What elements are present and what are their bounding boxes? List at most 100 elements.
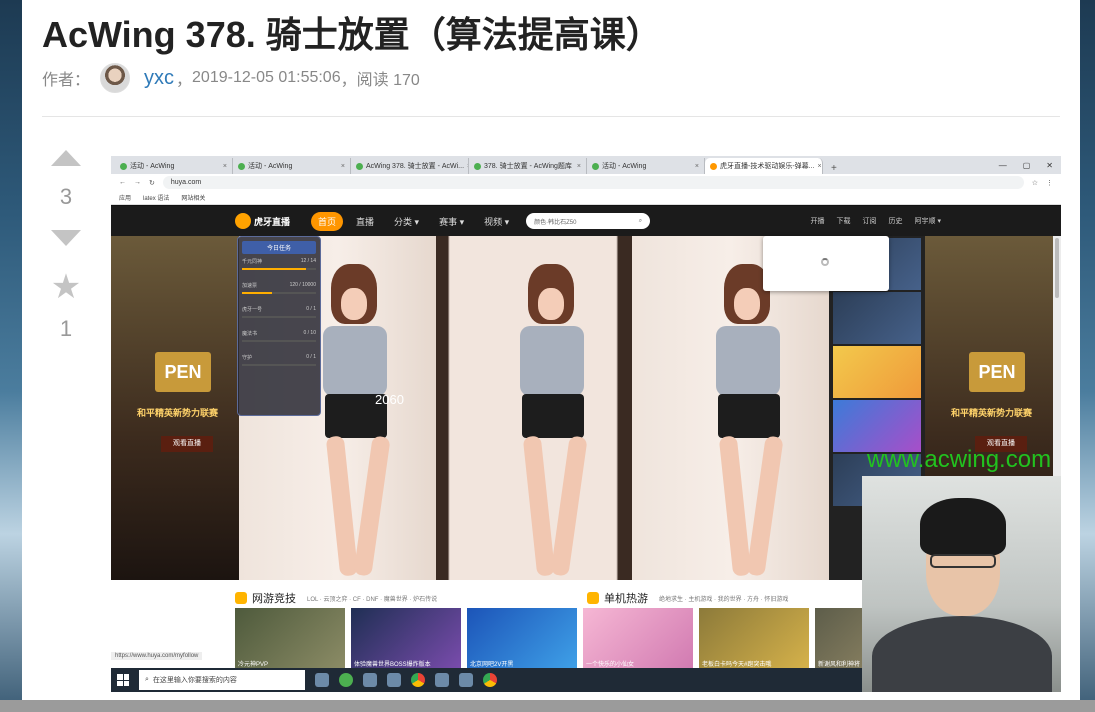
- wechat-icon[interactable]: [339, 673, 353, 687]
- stream-thumb[interactable]: 老板白卡吗今天#跑突击哦: [699, 608, 809, 670]
- app-icon[interactable]: [435, 673, 449, 687]
- huya-nav-history[interactable]: 历史: [889, 216, 903, 226]
- recommend-thumb[interactable]: [833, 346, 921, 398]
- ad-banner-left[interactable]: PEN 和平精英新势力联赛 观看直播: [111, 236, 239, 580]
- huya-nav-broadcast[interactable]: 开播: [811, 216, 825, 226]
- huya-nav-category[interactable]: 分类 ▾: [387, 212, 426, 231]
- browser-tab[interactable]: 378. 骑士放置 - AcWing题库 ×: [469, 158, 587, 174]
- window-controls: — ▢ ✕: [999, 161, 1061, 170]
- stream-thumb[interactable]: 冷元神PVP: [235, 608, 345, 670]
- avatar[interactable]: [100, 63, 131, 93]
- forward-icon[interactable]: →: [134, 179, 141, 186]
- url-field[interactable]: huya.com: [162, 176, 1024, 189]
- huya-nav-events[interactable]: 赛事 ▾: [432, 212, 471, 231]
- chrome-icon[interactable]: [411, 673, 425, 687]
- meta-separator: ，: [176, 72, 193, 89]
- daily-task-panel[interactable]: 今日任务 千元同神 12 / 14 加速票 120 / 10000 虎牙一号 0…: [237, 236, 321, 416]
- new-tab-button[interactable]: +: [823, 163, 845, 174]
- minimize-icon[interactable]: —: [999, 161, 1007, 170]
- stream-thumb[interactable]: 体验魔兽世界BOSS爆炸版本: [351, 608, 461, 670]
- huya-logo-icon: [235, 213, 251, 229]
- gamepad-icon: [587, 592, 599, 604]
- task-row: 守护 0 / 1: [242, 354, 316, 366]
- bottom-bar: [0, 700, 1095, 712]
- banner-logo: PEN: [155, 352, 211, 392]
- video-screenshot[interactable]: 活动 - AcWing × 活动 - AcWing × AcWing 378. 骑士…: [111, 156, 1061, 692]
- bookmark-item[interactable]: 应用: [119, 193, 131, 202]
- taskbar-search-input[interactable]: ⌕ 在这里输入你要搜索的内容: [139, 670, 305, 690]
- vote-panel: 3 ★ 1: [46, 150, 86, 342]
- downvote-icon[interactable]: [51, 230, 81, 246]
- favicon-icon: [120, 162, 127, 170]
- search-icon[interactable]: ⌕: [639, 218, 642, 225]
- chrome-icon[interactable]: [483, 673, 497, 687]
- favicon-icon: [710, 162, 717, 170]
- huya-nav-live[interactable]: 直播: [349, 212, 381, 231]
- close-icon[interactable]: ×: [818, 163, 822, 170]
- watermark: www.acwing.com: [867, 446, 1052, 473]
- browser-tab[interactable]: AcWing 378. 骑士放置 - AcWi...×: [351, 158, 469, 174]
- live-video-player[interactable]: [239, 236, 830, 580]
- article-page: AcWing 378. 骑士放置（算法提高课） 作者： yxc ， 2019-1…: [22, 0, 1080, 712]
- gamepad-icon: [235, 592, 247, 604]
- section-online-games: 网游竞技 LOL · 云顶之弈 · CF · DNF · 魔兽世界 · 炉石传说: [235, 590, 437, 606]
- bookmark-item[interactable]: latex 语法: [143, 193, 169, 202]
- huya-user-nav: 开播 下载 订阅 历史 阿宇顺 ▾: [811, 216, 1061, 226]
- huya-nav-video[interactable]: 视频 ▾: [477, 212, 516, 231]
- banner-promo: 和平精英新势力联赛: [951, 408, 1033, 418]
- app-icon[interactable]: [387, 673, 401, 687]
- huya-nav-subscribe[interactable]: 订阅: [863, 216, 877, 226]
- banner-watch-button[interactable]: 观看直播: [161, 436, 213, 452]
- subscribe-popup: [763, 236, 889, 291]
- huya-nav: 虎牙直播 首页 直播 分类 ▾ 赛事 ▾ 视频 ▾ 颜色·韩比石Z50 ⌕ 开播 …: [111, 206, 1061, 236]
- bookmark-star-icon[interactable]: ☆: [1032, 179, 1038, 187]
- recommend-thumb[interactable]: [833, 400, 921, 452]
- stream-thumb[interactable]: 北京网吧2V开黑: [467, 608, 577, 670]
- task-view-icon[interactable]: [315, 673, 329, 687]
- task-row: 虎牙一号 0 / 1: [242, 306, 316, 318]
- favicon-icon: [356, 162, 363, 170]
- banner-promo: 和平精英新势力联赛: [137, 408, 219, 418]
- menu-icon[interactable]: ⋮: [1046, 179, 1053, 187]
- favorite-count: 1: [59, 316, 73, 341]
- close-icon[interactable]: ✕: [1046, 161, 1053, 170]
- search-icon: ⌕: [145, 676, 149, 683]
- huya-logo[interactable]: 虎牙直播: [235, 212, 305, 230]
- recommend-thumb[interactable]: [833, 292, 921, 344]
- article-title: AcWing 378. 骑士放置（算法提高课）: [42, 14, 662, 55]
- close-icon[interactable]: ×: [577, 163, 581, 170]
- bookmark-item[interactable]: 网站相关: [181, 193, 205, 202]
- back-icon[interactable]: ←: [119, 179, 126, 186]
- browser-tab-active[interactable]: 虎牙直播-技术驱动娱乐-弹幕... ×: [705, 158, 823, 174]
- star-icon[interactable]: ★: [46, 270, 86, 304]
- huya-nav-download[interactable]: 下载: [837, 216, 851, 226]
- browser-tab[interactable]: 活动 - AcWing ×: [233, 158, 351, 174]
- bookmarks-bar: 应用 latex 语法 网站相关: [111, 191, 1061, 205]
- favicon-icon: [238, 162, 245, 170]
- read-count: 阅读 170: [356, 72, 420, 89]
- status-url: https://www.huya.com/myfollow: [111, 652, 203, 660]
- huya-nav-home[interactable]: 首页: [311, 211, 344, 231]
- meta-separator: ，: [340, 72, 357, 89]
- browser-tab[interactable]: 活动 - AcWing ×: [115, 158, 233, 174]
- close-icon[interactable]: ×: [341, 163, 345, 170]
- video-panel: [435, 236, 633, 580]
- vote-count: 3: [59, 184, 73, 209]
- task-row: 魔法书 0 / 10: [242, 330, 316, 342]
- upvote-icon[interactable]: [51, 150, 81, 166]
- reload-icon[interactable]: ↻: [149, 179, 155, 187]
- browser-tab[interactable]: 活动 - AcWing ×: [587, 158, 705, 174]
- app-icon[interactable]: [459, 673, 473, 687]
- app-icon[interactable]: [363, 673, 377, 687]
- close-icon[interactable]: ×: [695, 163, 699, 170]
- close-icon[interactable]: ×: [223, 163, 227, 170]
- windows-start-icon[interactable]: [117, 674, 129, 686]
- section-single-games: 单机热游 绝地求生 · 主机游戏 · 我的世界 · 方舟 · 怀旧游戏: [587, 590, 788, 606]
- stream-thumb[interactable]: 一个快乐的小仙女: [583, 608, 693, 670]
- divider: [42, 116, 1060, 117]
- maximize-icon[interactable]: ▢: [1023, 161, 1031, 170]
- author-link[interactable]: yxc: [144, 67, 174, 90]
- favicon-icon: [592, 162, 599, 170]
- huya-search-input[interactable]: 颜色·韩比石Z50 ⌕: [526, 213, 651, 229]
- huya-nav-user[interactable]: 阿宇顺 ▾: [915, 216, 941, 226]
